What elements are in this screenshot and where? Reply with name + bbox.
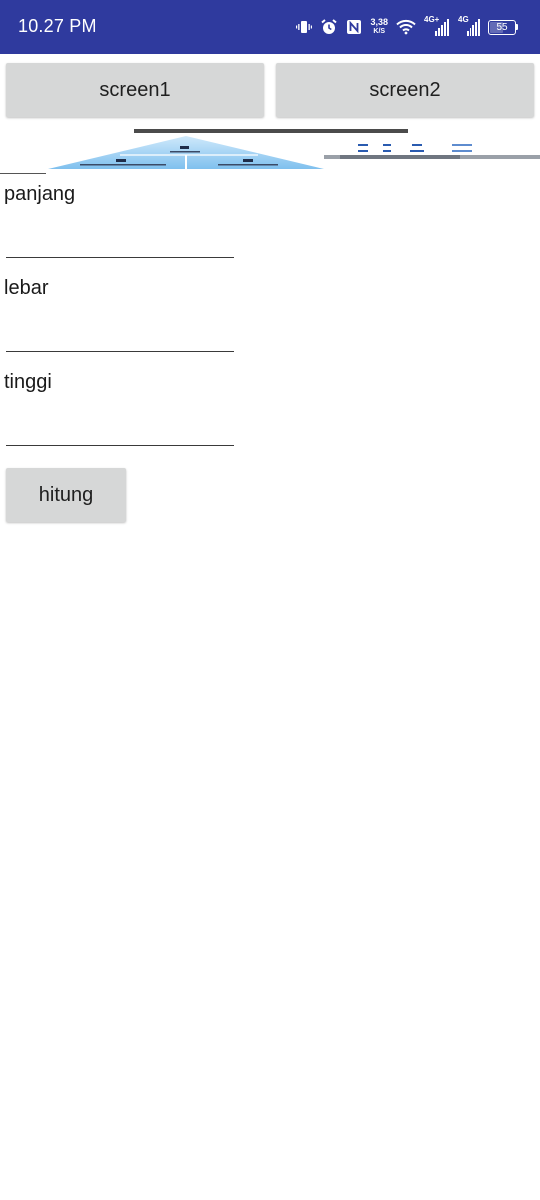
signal-icon-sim1: 4G+ bbox=[424, 15, 450, 36]
panjang-input[interactable] bbox=[6, 224, 234, 258]
status-time: 10.27 PM bbox=[18, 16, 97, 36]
vibrate-icon bbox=[296, 19, 313, 35]
pressure-formula-image bbox=[0, 124, 540, 176]
tinggi-input[interactable] bbox=[6, 412, 234, 446]
screen1-button[interactable]: screen1 bbox=[6, 63, 264, 117]
lebar-label: lebar bbox=[4, 277, 49, 299]
status-icons: 3,38 K/S 4G+ 4G 55 bbox=[296, 14, 518, 40]
status-bar: 10.27 PM 3,38 K/S 4G+ 4G 55 bbox=[0, 0, 540, 54]
hitung-button[interactable]: hitung bbox=[6, 468, 126, 522]
battery-level: 55 bbox=[496, 21, 508, 33]
lebar-input[interactable] bbox=[6, 318, 234, 352]
wifi-icon bbox=[396, 19, 416, 35]
net-speed-unit: K/S bbox=[373, 28, 386, 35]
battery-icon: 55 bbox=[488, 19, 518, 35]
panjang-label: panjang bbox=[4, 183, 76, 205]
screen2-button[interactable]: screen2 bbox=[276, 63, 534, 117]
sim2-label: 4G bbox=[458, 15, 469, 24]
signal-icon-sim2: 4G bbox=[458, 15, 480, 36]
nfc-icon bbox=[346, 19, 362, 35]
net-speed-indicator: 3,38 K/S bbox=[370, 18, 388, 36]
net-speed-value: 3,38 bbox=[370, 17, 388, 27]
sim1-label: 4G+ bbox=[424, 15, 440, 24]
tinggi-label: tinggi bbox=[4, 371, 52, 393]
alarm-icon bbox=[320, 18, 338, 36]
